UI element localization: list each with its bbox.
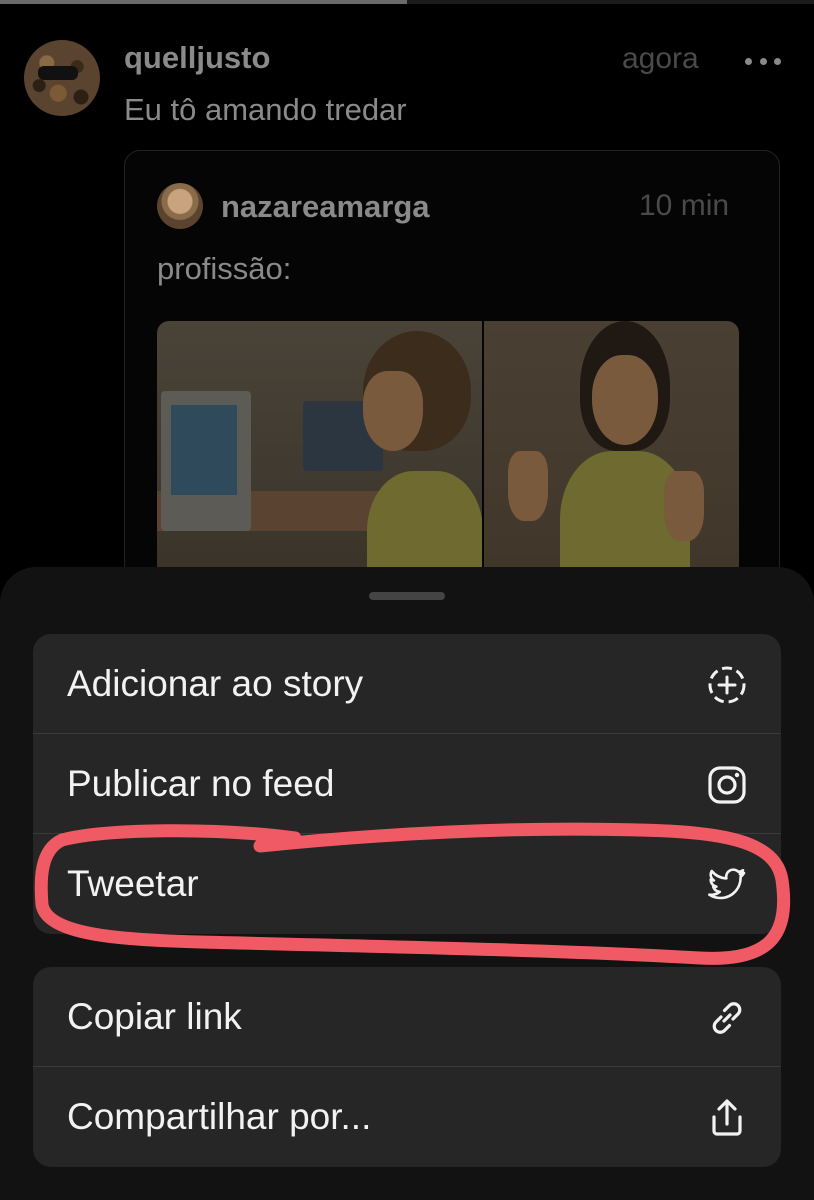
publish-feed-button[interactable]: Publicar no feed xyxy=(33,734,781,834)
quoted-text: profissão: xyxy=(157,251,292,286)
screen: quelljusto agora Eu tô amando tredar naz… xyxy=(0,0,814,1200)
post-timestamp: agora xyxy=(622,42,699,75)
share-bottom-sheet: Adicionar ao story Publicar no feed Twee… xyxy=(0,567,814,1200)
quoted-post-card[interactable]: nazareamarga 10 min profissão: xyxy=(124,150,780,621)
quoted-timestamp: 10 min xyxy=(639,189,730,222)
add-to-story-label: Adicionar ao story xyxy=(67,663,364,704)
share-icon xyxy=(712,1099,742,1136)
more-options-icon[interactable] xyxy=(745,56,781,66)
sheet-grabber[interactable] xyxy=(369,592,445,600)
publish-feed-label: Publicar no feed xyxy=(67,763,335,804)
add-to-story-button[interactable]: Adicionar ao story xyxy=(33,634,781,734)
copy-link-button[interactable]: Copiar link xyxy=(33,967,781,1067)
tweet-label: Tweetar xyxy=(67,863,199,904)
quoted-avatar[interactable] xyxy=(157,183,203,229)
copy-link-label: Copiar link xyxy=(67,996,242,1037)
add-story-icon xyxy=(708,666,746,704)
link-icon xyxy=(712,1002,742,1034)
instagram-icon xyxy=(708,766,746,804)
twitter-icon xyxy=(708,868,746,900)
share-via-label: Compartilhar por... xyxy=(67,1096,372,1137)
post-username[interactable]: quelljusto xyxy=(124,40,270,76)
share-group-primary: Adicionar ao story Publicar no feed Twee… xyxy=(33,634,781,934)
quoted-username[interactable]: nazareamarga xyxy=(221,189,430,225)
share-via-button[interactable]: Compartilhar por... xyxy=(33,1067,781,1167)
tweet-button[interactable]: Tweetar xyxy=(33,834,781,934)
share-group-secondary: Copiar link Compartilhar por... xyxy=(33,967,781,1167)
post: quelljusto agora Eu tô amando tredar naz… xyxy=(0,0,814,621)
post-text: Eu tô amando tredar xyxy=(124,92,407,127)
avatar[interactable] xyxy=(24,40,100,116)
